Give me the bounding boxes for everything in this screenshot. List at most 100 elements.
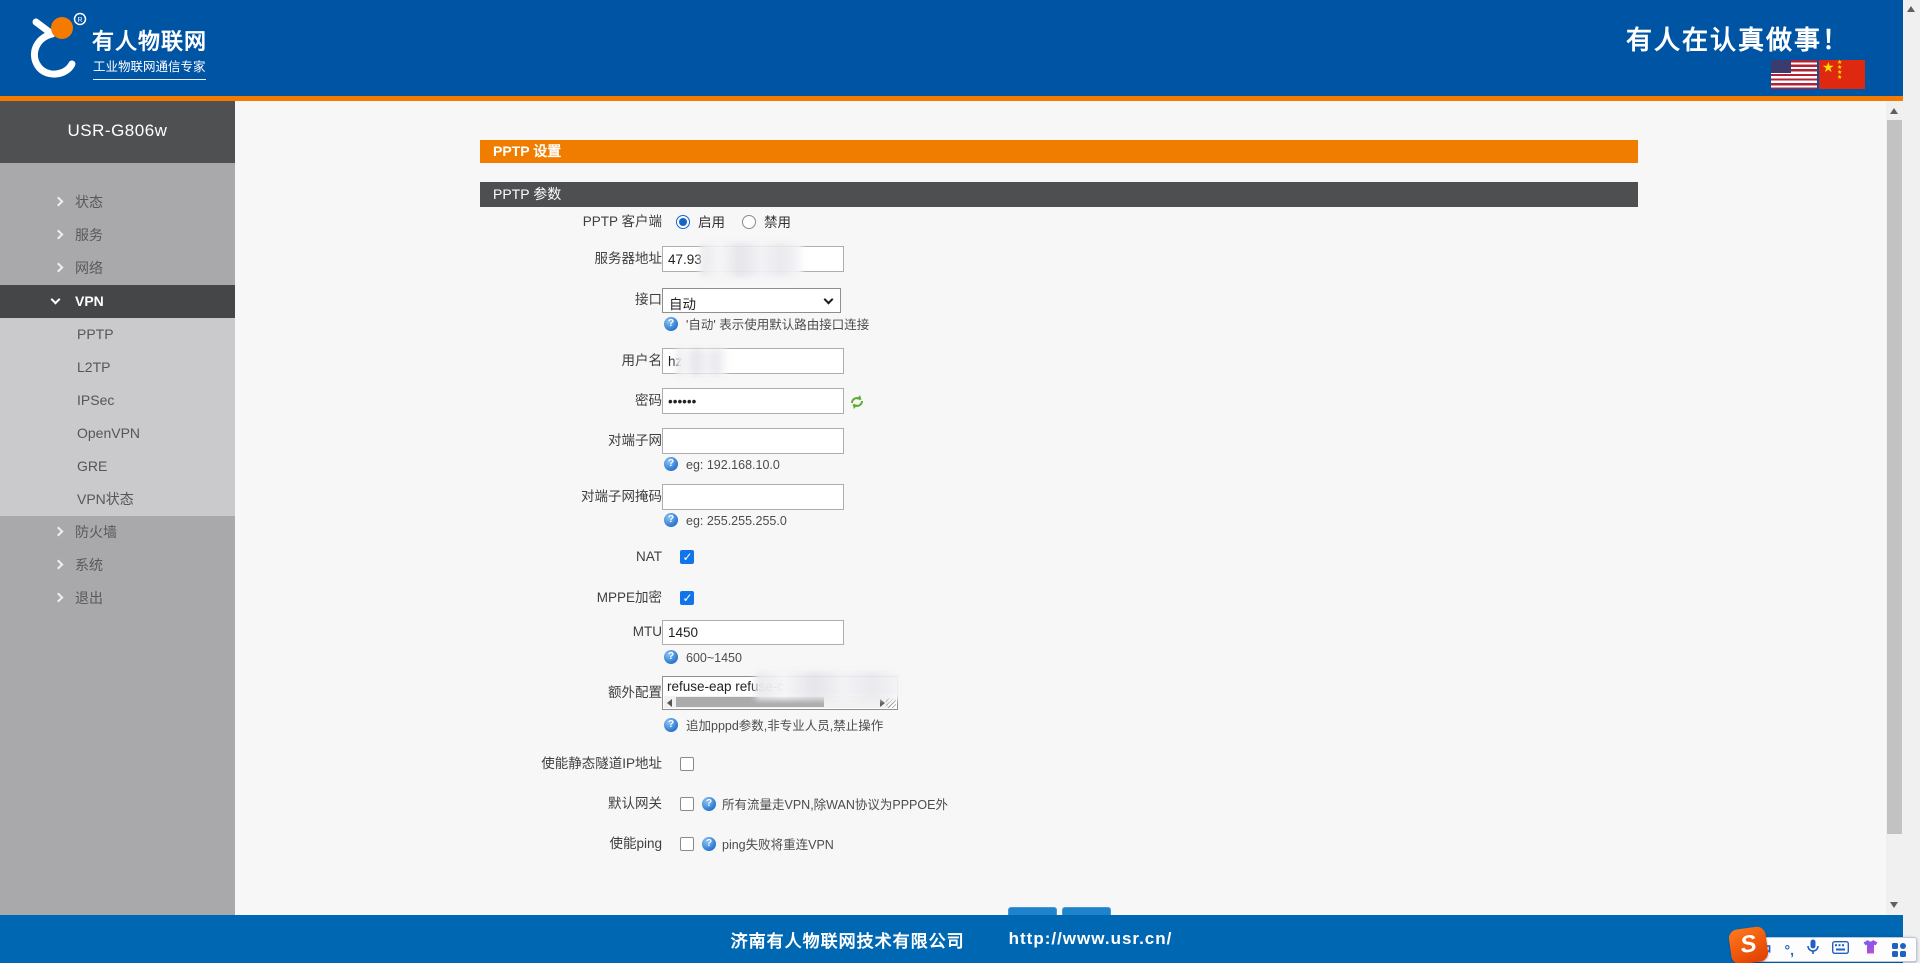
peer-subnet-hint: eg: 192.168.10.0 (686, 457, 780, 473)
ime-punctuation-button[interactable]: °, (1785, 943, 1795, 957)
enable-radio[interactable] (676, 215, 690, 229)
chinese-flag-button[interactable]: ★ ★ ★★ ★ (1819, 60, 1865, 89)
scroll-left-icon[interactable] (667, 699, 672, 707)
header-tagline: 有人在认真做事！ (1626, 20, 1850, 57)
sidebar-item-ipsec[interactable]: IPSec (0, 384, 235, 417)
toolbox-grid-icon[interactable] (1892, 943, 1906, 957)
chevron-right-icon (54, 527, 64, 537)
vpn-submenu: PPTP L2TP IPSec OpenVPN GRE VPN状态 (0, 318, 235, 516)
window-scrollbar[interactable] (1903, 0, 1920, 963)
enable-ping-checkbox[interactable] (680, 837, 694, 851)
static-tunnel-ip-checkbox[interactable] (680, 757, 694, 771)
orange-accent-strip (0, 96, 1903, 101)
chevron-right-icon (54, 560, 64, 570)
enable-ping-hint: ping失败将重连VPN (722, 837, 834, 853)
help-icon: ? (664, 513, 678, 527)
enable-radio-label: 启用 (698, 215, 725, 231)
keyboard-icon[interactable] (1832, 941, 1849, 959)
english-flag-button[interactable] (1771, 60, 1817, 89)
server-address-label: 服务器地址 (380, 251, 662, 267)
footer-url[interactable]: http://www.usr.cn/ (1009, 929, 1173, 949)
header: R 有人物联网 工业物联网通信专家 有人在认真做事！ ★ ★ ★★ ★ (0, 0, 1903, 96)
chevron-right-icon (54, 593, 64, 603)
scroll-up-icon[interactable] (1907, 6, 1915, 12)
mtu-input[interactable] (662, 620, 844, 645)
sidebar-item-l2tp[interactable]: L2TP (0, 351, 235, 384)
interface-label: 接口 (380, 292, 662, 308)
help-icon: ? (664, 650, 678, 664)
brand-slogan: 工业物联网通信专家 (93, 56, 206, 80)
chevron-right-icon (54, 230, 64, 240)
mtu-label: MTU (380, 624, 662, 640)
peer-subnet-input[interactable] (662, 428, 844, 454)
help-icon: ? (664, 317, 678, 331)
skin-shirt-icon[interactable] (1862, 939, 1879, 960)
disable-radio[interactable] (742, 215, 756, 229)
sidebar-menu: 状态 服务 网络 VPN PPTP L2TP IPSec OpenVPN (0, 163, 235, 915)
section-title: PPTP 参数 (480, 182, 1638, 207)
svg-text:R: R (77, 17, 82, 24)
mppe-label: MPPE加密 (380, 590, 662, 606)
scroll-down-icon[interactable] (1890, 902, 1898, 908)
sidebar-item-gre[interactable]: GRE (0, 450, 235, 483)
sidebar-item-status[interactable]: 状态 (0, 186, 235, 219)
peer-subnet-label: 对端子网 (380, 433, 662, 449)
chevron-down-icon (51, 295, 61, 305)
refresh-password-icon[interactable] (849, 394, 865, 410)
sidebar-item-firewall[interactable]: 防火墙 (0, 516, 235, 549)
pptp-client-label: PPTP 客户端 (380, 214, 662, 230)
static-tunnel-ip-label: 使能静态隧道IP地址 (380, 756, 662, 772)
sidebar-item-vpn[interactable]: VPN (0, 285, 235, 318)
nat-checkbox[interactable] (680, 550, 694, 564)
sidebar-item-system[interactable]: 系统 (0, 549, 235, 582)
sidebar-item-services[interactable]: 服务 (0, 219, 235, 252)
default-gateway-hint: 所有流量走VPN,除WAN协议为PPPOE外 (722, 797, 948, 813)
sidebar-item-pptp[interactable]: PPTP (0, 318, 235, 351)
footer-company: 济南有人物联网技术有限公司 (731, 927, 965, 952)
page-title: PPTP 设置 (480, 140, 1638, 163)
scroll-right-icon[interactable] (880, 699, 885, 707)
device-model-title: USR-G806w (0, 101, 235, 163)
footer: 济南有人物联网技术有限公司 http://www.usr.cn/ (0, 915, 1903, 963)
scrollbar-thumb[interactable] (1887, 120, 1902, 834)
enable-ping-label: 使能ping (380, 836, 662, 852)
extra-config-hint: 追加pppd参数,非专业人员,禁止操作 (686, 718, 883, 734)
brand-name: 有人物联网 (92, 24, 207, 56)
sogou-ime-logo[interactable]: S (1728, 926, 1770, 963)
scroll-up-icon[interactable] (1890, 108, 1898, 114)
redacted-area (700, 243, 802, 277)
chevron-right-icon (54, 263, 64, 273)
select-chevron-icon (824, 295, 834, 305)
username-label: 用户名 (380, 353, 662, 369)
nat-label: NAT (380, 549, 662, 565)
mppe-checkbox[interactable] (680, 591, 694, 605)
microphone-icon[interactable] (1807, 939, 1819, 960)
chevron-right-icon (54, 197, 64, 207)
help-icon: ? (702, 797, 716, 811)
peer-netmask-label: 对端子网掩码 (380, 489, 662, 505)
peer-netmask-input[interactable] (662, 484, 844, 510)
content-scrollbar[interactable] (1886, 101, 1903, 915)
default-gateway-checkbox[interactable] (680, 797, 694, 811)
sidebar-item-network[interactable]: 网络 (0, 252, 235, 285)
password-input[interactable] (662, 388, 844, 414)
sidebar-item-logout[interactable]: 退出 (0, 582, 235, 615)
help-icon: ? (702, 837, 716, 851)
sidebar-item-vpn-status[interactable]: VPN状态 (0, 483, 235, 516)
sidebar-item-openvpn[interactable]: OpenVPN (0, 417, 235, 450)
interface-hint: '自动' 表示使用默认路由接口连接 (686, 317, 869, 333)
pptp-settings-page: R 有人物联网 工业物联网通信专家 有人在认真做事！ ★ ★ ★★ ★ USR-… (0, 0, 1920, 963)
default-gateway-label: 默认网关 (380, 796, 662, 812)
cn-flag-star: ★ (1822, 59, 1835, 76)
disable-radio-label: 禁用 (764, 215, 791, 231)
interface-select[interactable]: 自动 (662, 288, 841, 313)
help-icon: ? (664, 457, 678, 471)
redacted-area (676, 348, 726, 376)
mtu-hint: 600~1450 (686, 650, 742, 666)
usr-logo-icon: R (22, 12, 88, 84)
redacted-area (755, 672, 903, 700)
cn-flag-small-stars: ★ ★★ ★ (1837, 61, 1847, 81)
extra-config-label: 额外配置 (380, 685, 662, 701)
peer-netmask-hint: eg: 255.255.255.0 (686, 513, 787, 529)
password-label: 密码 (380, 393, 662, 409)
